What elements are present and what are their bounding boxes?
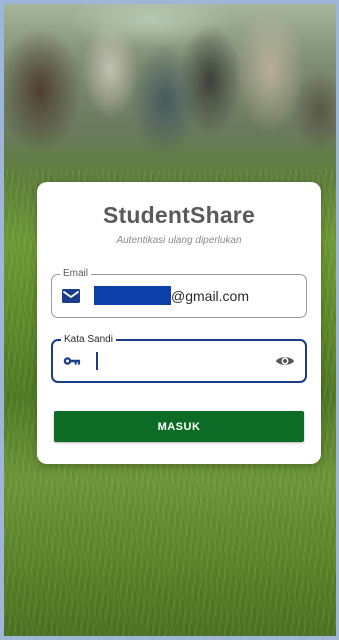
password-input[interactable] bbox=[103, 350, 263, 372]
reauth-subtitle: Autentikasi ulang diperlukan bbox=[116, 235, 242, 246]
login-card: StudentShare Autentikasi ulang diperluka… bbox=[37, 182, 321, 464]
email-value: @gmail.com bbox=[171, 288, 250, 304]
email-icon bbox=[62, 289, 80, 303]
email-field[interactable]: Email @gmail.com bbox=[51, 268, 307, 318]
text-caret bbox=[96, 352, 98, 370]
login-button[interactable]: MASUK bbox=[54, 411, 304, 442]
password-field[interactable]: Kata Sandi bbox=[51, 334, 307, 383]
login-screen: StudentShare Autentikasi ulang diperluka… bbox=[0, 0, 339, 640]
eye-icon[interactable] bbox=[275, 353, 295, 369]
app-title: StudentShare bbox=[103, 202, 255, 228]
email-label: Email bbox=[60, 268, 92, 280]
email-redacted-part bbox=[94, 286, 171, 305]
password-label: Kata Sandi bbox=[61, 334, 116, 346]
key-icon bbox=[63, 357, 81, 365]
